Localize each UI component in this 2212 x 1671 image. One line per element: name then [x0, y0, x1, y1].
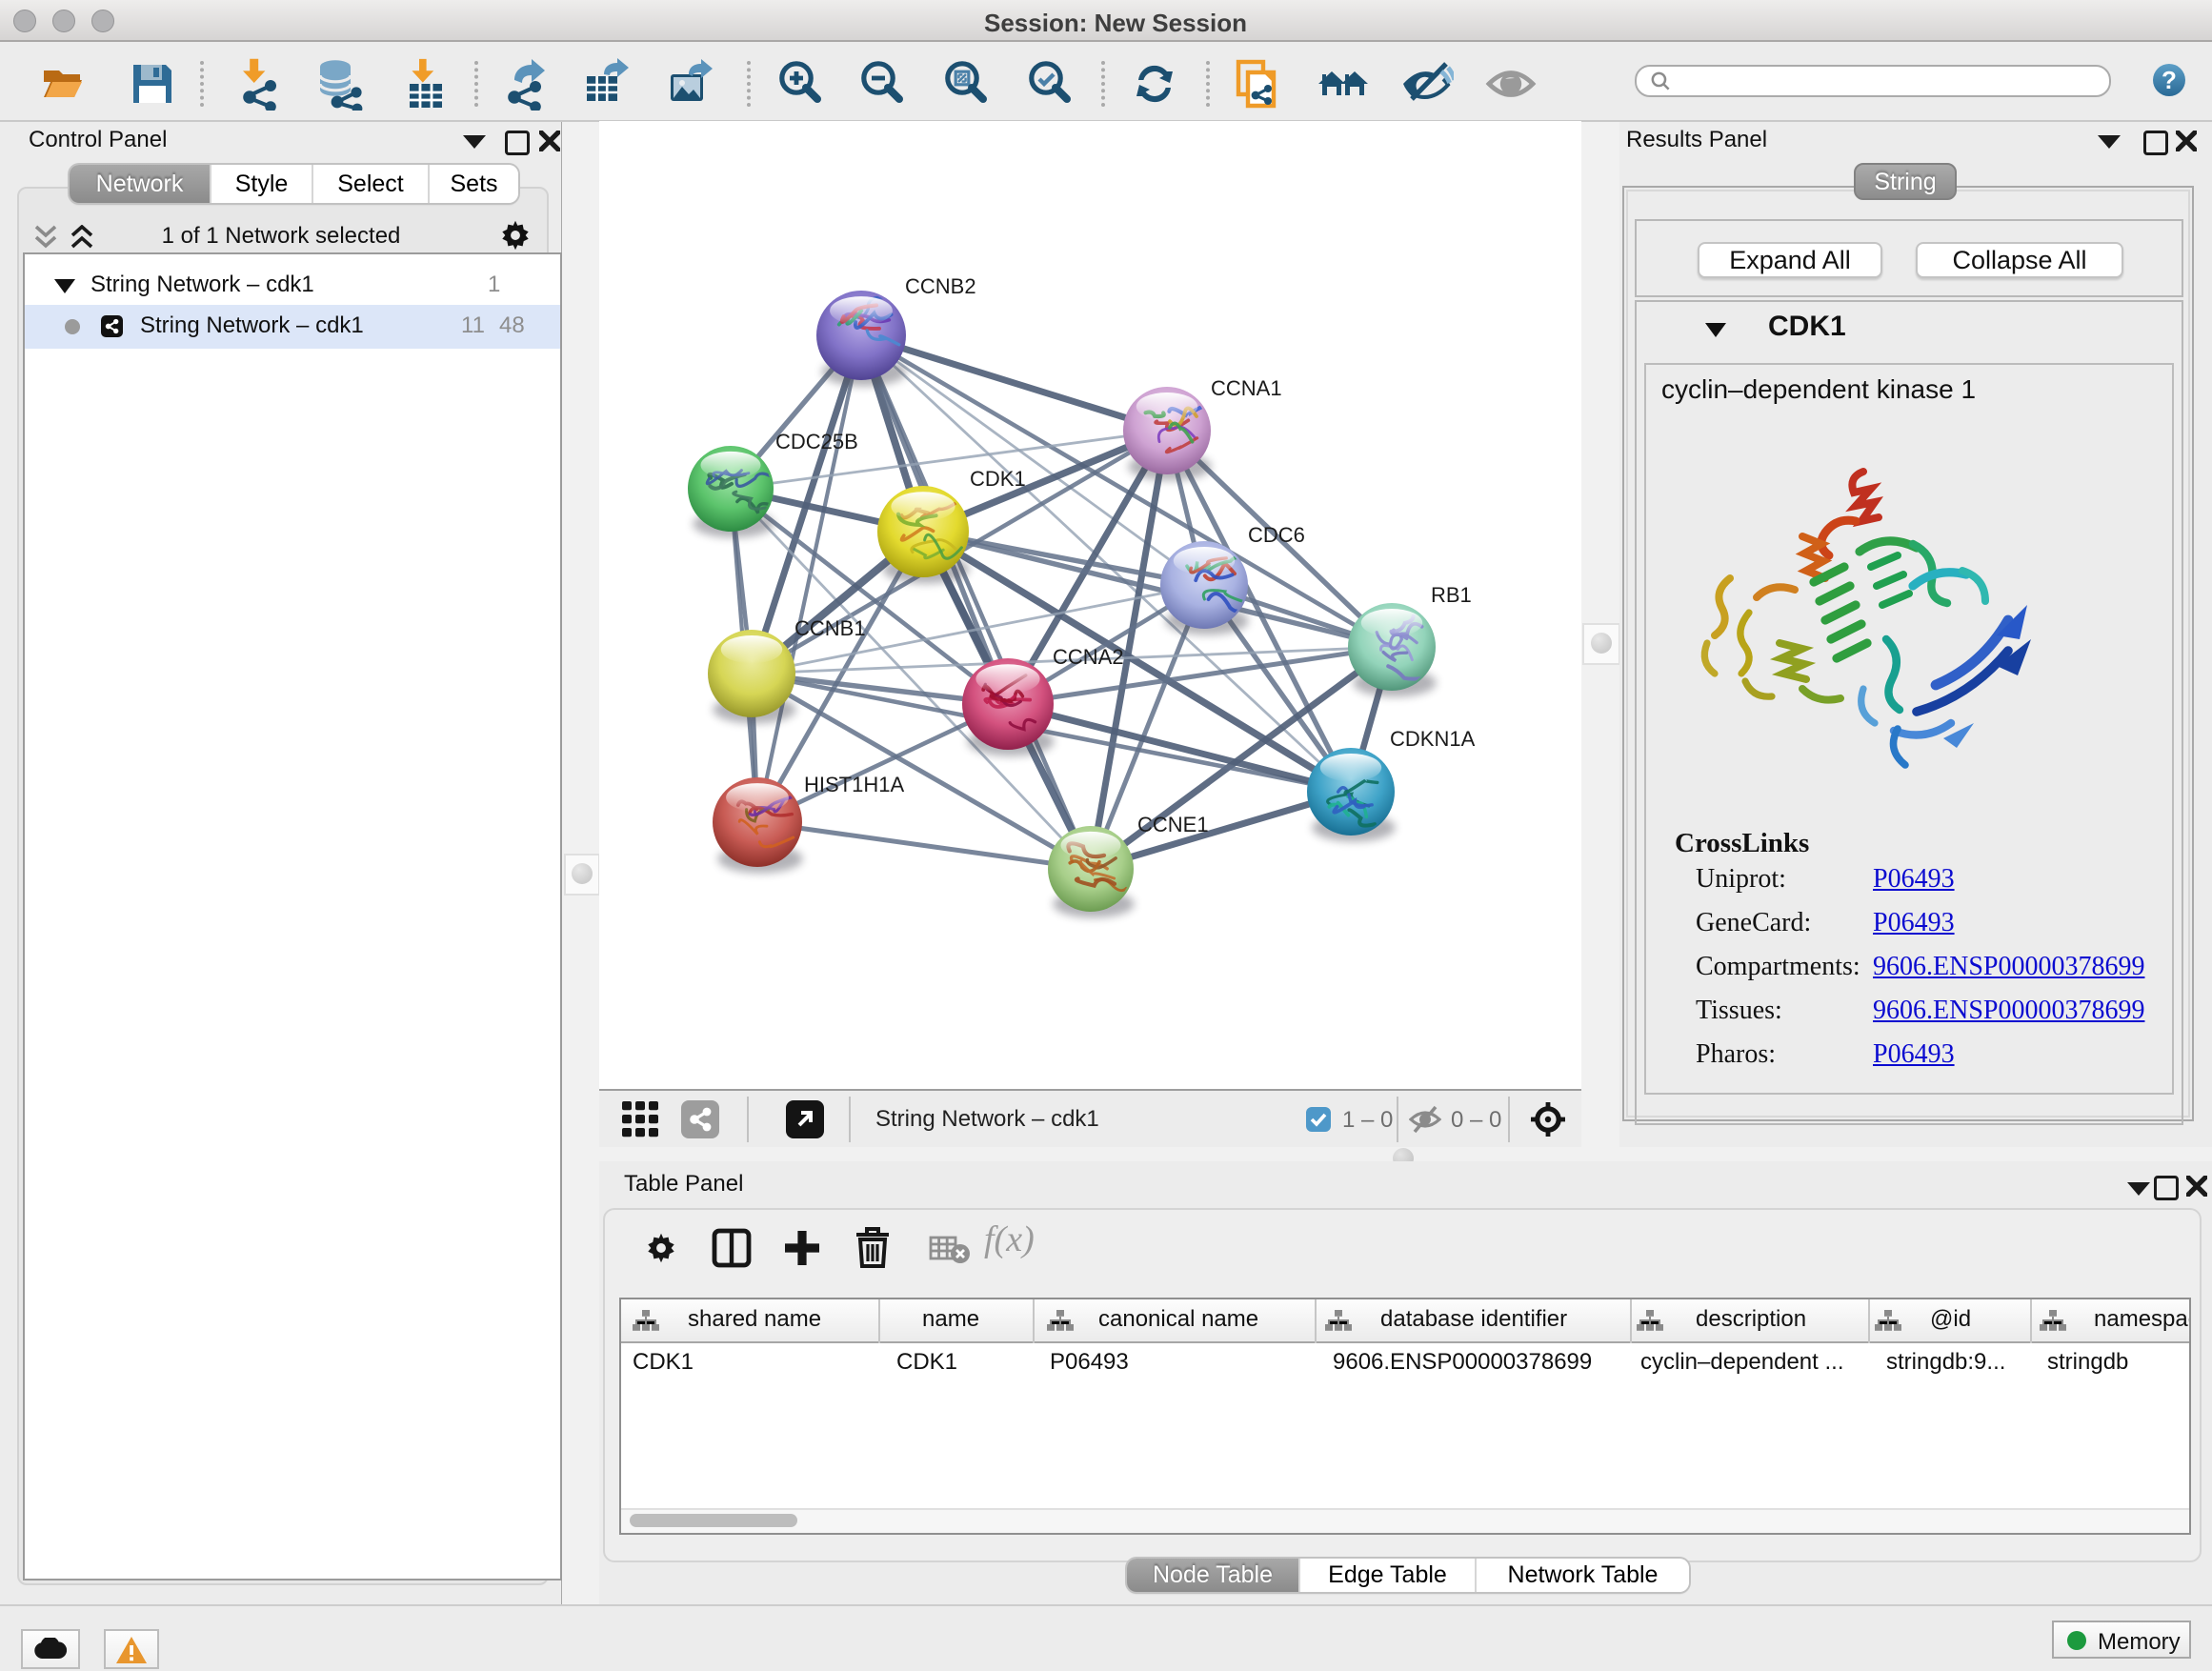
svg-text:CCNA2: CCNA2: [1053, 645, 1124, 669]
svg-text:CCNB1: CCNB1: [794, 616, 866, 640]
svg-text:CDKN1A: CDKN1A: [1390, 727, 1476, 751]
svg-text:RB1: RB1: [1431, 583, 1472, 607]
svg-text:CDK1: CDK1: [970, 467, 1026, 491]
svg-text:CDC25B: CDC25B: [775, 430, 858, 453]
svg-text:CCNA1: CCNA1: [1211, 376, 1282, 400]
svg-text:CCNB2: CCNB2: [905, 274, 976, 298]
svg-text:CDC6: CDC6: [1248, 523, 1305, 547]
svg-text:HIST1H1A: HIST1H1A: [804, 773, 904, 796]
svg-text:CCNE1: CCNE1: [1137, 813, 1209, 836]
